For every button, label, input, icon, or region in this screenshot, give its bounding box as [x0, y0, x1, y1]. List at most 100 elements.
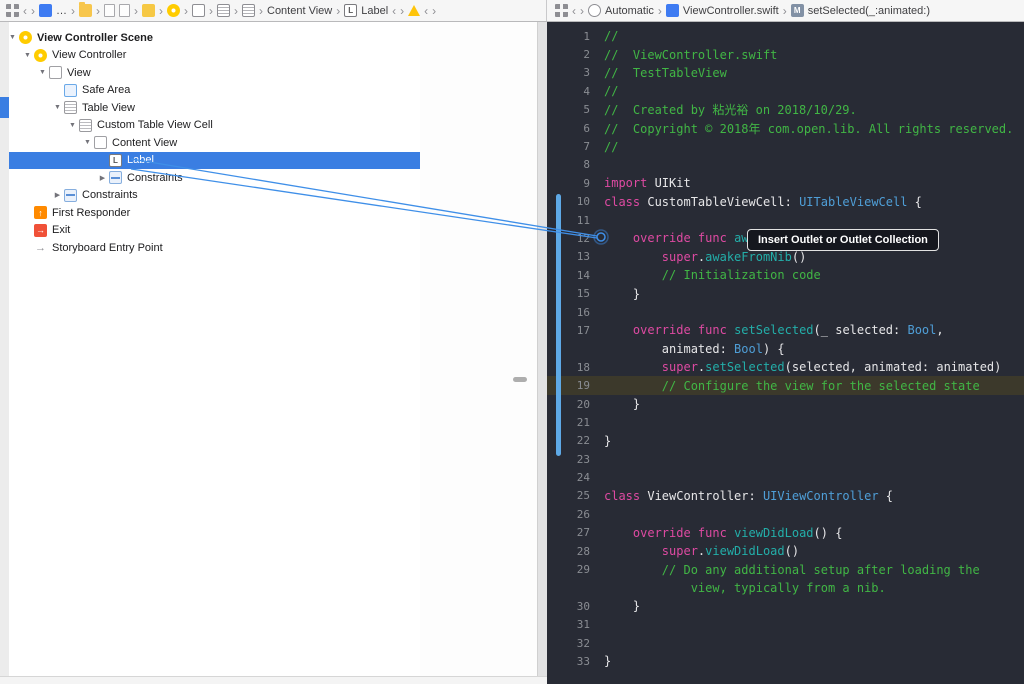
code-line-29[interactable]: 29 // Do any additional setup after load…: [547, 560, 1024, 578]
code-line-wrap[interactable]: view, typically from a nib.: [547, 579, 1024, 597]
outline-row-label[interactable]: Label: [0, 151, 420, 169]
outline-row-table-view[interactable]: ▼ Table View: [0, 99, 420, 117]
code-line-20[interactable]: 20 }: [547, 395, 1024, 413]
outline-row-view-controller[interactable]: ▼ View Controller: [0, 47, 420, 65]
code-line-14[interactable]: 14 // Initialization code: [547, 266, 1024, 284]
jump-bar-item[interactable]: Label: [361, 5, 388, 17]
forward-chevron-icon[interactable]: ›: [184, 5, 188, 17]
disclosure-triangle-icon[interactable]: ▼: [66, 122, 79, 129]
code-line-17[interactable]: 17 override func setSelected(_ selected:…: [547, 321, 1024, 339]
outline-row-storyboard-entry-point[interactable]: Storyboard Entry Point: [0, 239, 420, 257]
code-line-30[interactable]: 30 }: [547, 597, 1024, 615]
horizontal-scrollbar[interactable]: [0, 676, 547, 684]
code-line-1[interactable]: 1 //: [547, 27, 1024, 45]
auto-icon[interactable]: [588, 4, 601, 17]
code-lines[interactable]: 1 // 2 // ViewController.swift 3 // TestTable…: [547, 22, 1024, 671]
code-line-11[interactable]: 11: [547, 211, 1024, 229]
back-chevron-icon[interactable]: ‹: [572, 5, 576, 17]
code-line-23[interactable]: 23: [547, 450, 1024, 468]
code-line-33[interactable]: 33}: [547, 652, 1024, 670]
outline-row-first-responder[interactable]: First Responder: [0, 204, 420, 222]
outline-row-content-view[interactable]: ▼ Content View: [0, 134, 420, 152]
outline-row-constraints[interactable]: ▶ Constraints: [0, 187, 420, 205]
document-outline[interactable]: ▼ View Controller Scene ▼ View Controller ▼ V…: [0, 22, 420, 676]
code-line-16[interactable]: 16: [547, 303, 1024, 321]
disclosure-triangle-icon[interactable]: ▶: [51, 191, 64, 199]
outline-row-safe-area[interactable]: Safe Area: [0, 82, 420, 100]
forward-chevron-icon[interactable]: ›: [259, 5, 263, 17]
folder-icon[interactable]: [79, 2, 92, 17]
jump-bar-item[interactable]: Content View: [267, 5, 332, 17]
code-line-6[interactable]: 6 // Copyright © 2018年 com.open.lib. All …: [547, 119, 1024, 137]
disclosure-triangle-icon[interactable]: ▼: [36, 69, 49, 76]
project-icon[interactable]: [39, 4, 52, 17]
vc-icon[interactable]: [167, 4, 180, 17]
jump-bar-item[interactable]: Automatic: [605, 5, 654, 17]
code-line-21[interactable]: 21: [547, 413, 1024, 431]
forward-chevron-icon[interactable]: ›: [31, 5, 35, 17]
code-line-9[interactable]: 9 import UIKit: [547, 174, 1024, 192]
warn-icon[interactable]: [408, 5, 421, 16]
list-icon[interactable]: [242, 4, 255, 17]
code-line-22[interactable]: 22}: [547, 432, 1024, 450]
disclosure-triangle-icon[interactable]: ▼: [81, 139, 94, 146]
mbadge-icon[interactable]: [790, 4, 804, 17]
code-line-32[interactable]: 32: [547, 634, 1024, 652]
list-icon[interactable]: [217, 4, 230, 17]
forward-chevron-icon[interactable]: ›: [432, 5, 436, 17]
back-chevron-icon[interactable]: ‹: [392, 5, 396, 17]
jump-bar-item[interactable]: …: [56, 5, 67, 17]
jump-bar-item[interactable]: setSelected(_:animated:): [808, 5, 930, 17]
forward-chevron-icon[interactable]: ›: [400, 5, 404, 17]
code-line-5[interactable]: 5 // Created by 粘光裕 on 2018/10/29.: [547, 101, 1024, 119]
forward-chevron-icon[interactable]: ›: [159, 5, 163, 17]
jump-bar-item[interactable]: ViewController.swift: [683, 5, 779, 17]
outline-row-custom-table-view-cell[interactable]: ▼ Custom Table View Cell: [0, 117, 420, 135]
related-icon[interactable]: [555, 4, 568, 17]
forward-chevron-icon[interactable]: ›: [658, 5, 662, 17]
doc-icon[interactable]: [119, 4, 130, 17]
lbadge-icon[interactable]: [344, 4, 358, 17]
code-line-18[interactable]: 18 super.setSelected(selected, animated:…: [547, 358, 1024, 376]
forward-chevron-icon[interactable]: ›: [580, 5, 584, 17]
disclosure-triangle-icon[interactable]: ▼: [21, 52, 34, 59]
forward-chevron-icon[interactable]: ›: [336, 5, 340, 17]
related-icon[interactable]: [6, 4, 19, 17]
code-line-wrap[interactable]: animated: Bool) {: [547, 340, 1024, 358]
code-line-8[interactable]: 8: [547, 156, 1024, 174]
disclosure-triangle-icon[interactable]: ▼: [51, 104, 64, 111]
outline-row-exit[interactable]: Exit: [0, 222, 420, 240]
code-line-27[interactable]: 27 override func viewDidLoad() {: [547, 524, 1024, 542]
code-line-19[interactable]: 19 // Configure the view for the selecte…: [547, 376, 1024, 395]
storyboard-canvas[interactable]: [420, 22, 547, 684]
doc-icon[interactable]: [104, 4, 115, 17]
outline-row-view-controller-scene[interactable]: ▼ View Controller Scene: [0, 29, 420, 47]
forward-chevron-icon[interactable]: ›: [234, 5, 238, 17]
code-line-3[interactable]: 3 // TestTableView: [547, 64, 1024, 82]
viewsm-icon[interactable]: [192, 4, 205, 17]
outline-row-view[interactable]: ▼ View: [0, 64, 420, 82]
swift-icon[interactable]: [665, 4, 679, 17]
forward-chevron-icon[interactable]: ›: [134, 5, 138, 17]
code-line-26[interactable]: 26: [547, 505, 1024, 523]
code-line-2[interactable]: 2 // ViewController.swift: [547, 45, 1024, 63]
back-chevron-icon[interactable]: ‹: [23, 5, 27, 17]
forward-chevron-icon[interactable]: ›: [96, 5, 100, 17]
forward-chevron-icon[interactable]: ›: [209, 5, 213, 17]
code-line-28[interactable]: 28 super.viewDidLoad(): [547, 542, 1024, 560]
forward-chevron-icon[interactable]: ›: [71, 5, 75, 17]
code-line-7[interactable]: 7 //: [547, 137, 1024, 155]
back-chevron-icon[interactable]: ‹: [424, 5, 428, 17]
disclosure-triangle-icon[interactable]: ▶: [96, 174, 109, 182]
xib-icon[interactable]: [142, 4, 155, 17]
forward-chevron-icon[interactable]: ›: [783, 5, 787, 17]
code-line-15[interactable]: 15 }: [547, 284, 1024, 302]
code-editor[interactable]: 1 // 2 // ViewController.swift 3 // TestTable…: [547, 22, 1024, 684]
canvas-scrollbar-thumb[interactable]: [513, 377, 527, 382]
outline-row-constraints[interactable]: ▶ Constraints: [0, 169, 420, 187]
code-line-25[interactable]: 25 class ViewController: UIViewController…: [547, 487, 1024, 505]
code-line-4[interactable]: 4 //: [547, 82, 1024, 100]
code-line-10[interactable]: 10 class CustomTableViewCell: UITableView…: [547, 193, 1024, 211]
code-line-24[interactable]: 24: [547, 468, 1024, 486]
code-line-31[interactable]: 31: [547, 616, 1024, 634]
